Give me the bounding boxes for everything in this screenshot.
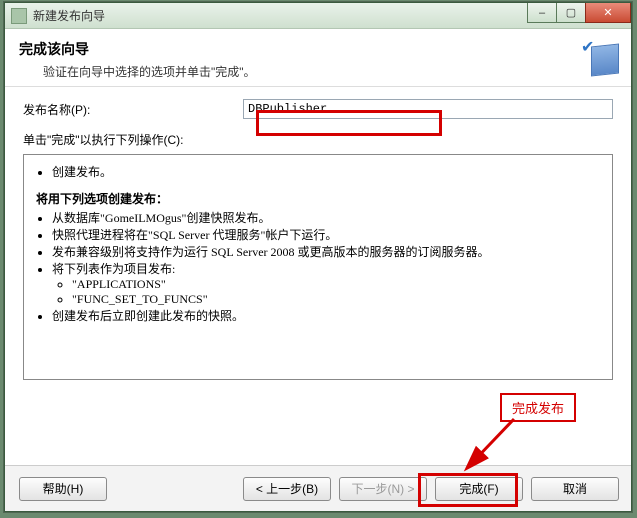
summary-item: 从数据库"GomeILMOgus"创建快照发布。 <box>52 209 604 226</box>
publication-name-input[interactable] <box>243 99 613 119</box>
titlebar[interactable]: 新建发布向导 – ▢ ✕ <box>5 3 631 29</box>
finish-button[interactable]: 完成(F) <box>435 477 523 501</box>
operations-label: 单击"完成"以执行下列操作(C): <box>23 131 613 148</box>
summary-subitem: "FUNC_SET_TO_FUNCS" <box>72 292 604 307</box>
summary-item: 创建发布后立即创建此发布的快照。 <box>52 307 604 324</box>
minimize-button[interactable]: – <box>527 3 557 23</box>
publication-name-row: 发布名称(P): <box>23 99 613 119</box>
publication-name-label: 发布名称(P): <box>23 101 243 118</box>
book-icon <box>591 44 619 77</box>
help-button[interactable]: 帮助(H) <box>19 477 107 501</box>
step-subtitle: 验证在向导中选择的选项并单击"完成"。 <box>43 63 256 80</box>
wizard-button-bar: 帮助(H) < 上一步(B) 下一步(N) > 完成(F) 取消 <box>5 465 631 511</box>
wizard-icon: ✔ <box>581 37 621 77</box>
back-button[interactable]: < 上一步(B) <box>243 477 331 501</box>
app-icon <box>11 8 27 24</box>
wizard-step-header: 完成该向导 验证在向导中选择的选项并单击"完成"。 ✔ <box>5 29 631 87</box>
close-button[interactable]: ✕ <box>585 3 631 23</box>
summary-subitem: "APPLICATIONS" <box>72 277 604 292</box>
summary-box[interactable]: 创建发布。 将用下列选项创建发布： 从数据库"GomeILMOgus"创建快照发… <box>23 154 613 380</box>
window-title: 新建发布向导 <box>33 7 105 24</box>
summary-item: 发布兼容级别将支持作为运行 SQL Server 2008 或更高版本的服务器的… <box>52 243 604 260</box>
cancel-button[interactable]: 取消 <box>531 477 619 501</box>
step-title: 完成该向导 <box>19 39 256 59</box>
window-controls: – ▢ ✕ <box>528 3 631 23</box>
summary-item: 将下列表作为项目发布: "APPLICATIONS" "FUNC_SET_TO_… <box>52 260 604 307</box>
wizard-window: 新建发布向导 – ▢ ✕ 完成该向导 验证在向导中选择的选项并单击"完成"。 ✔… <box>4 2 632 512</box>
summary-sub-head: 将下列表作为项目发布: <box>52 262 175 276</box>
maximize-button[interactable]: ▢ <box>556 3 586 23</box>
summary-section-title: 将用下列选项创建发布： <box>36 190 604 207</box>
next-button: 下一步(N) > <box>339 477 427 501</box>
summary-item: 快照代理进程将在"SQL Server 代理服务"帐户下运行。 <box>52 226 604 243</box>
wizard-body: 发布名称(P): 单击"完成"以执行下列操作(C): 创建发布。 将用下列选项创… <box>5 87 631 386</box>
summary-item: 创建发布。 <box>52 163 604 180</box>
